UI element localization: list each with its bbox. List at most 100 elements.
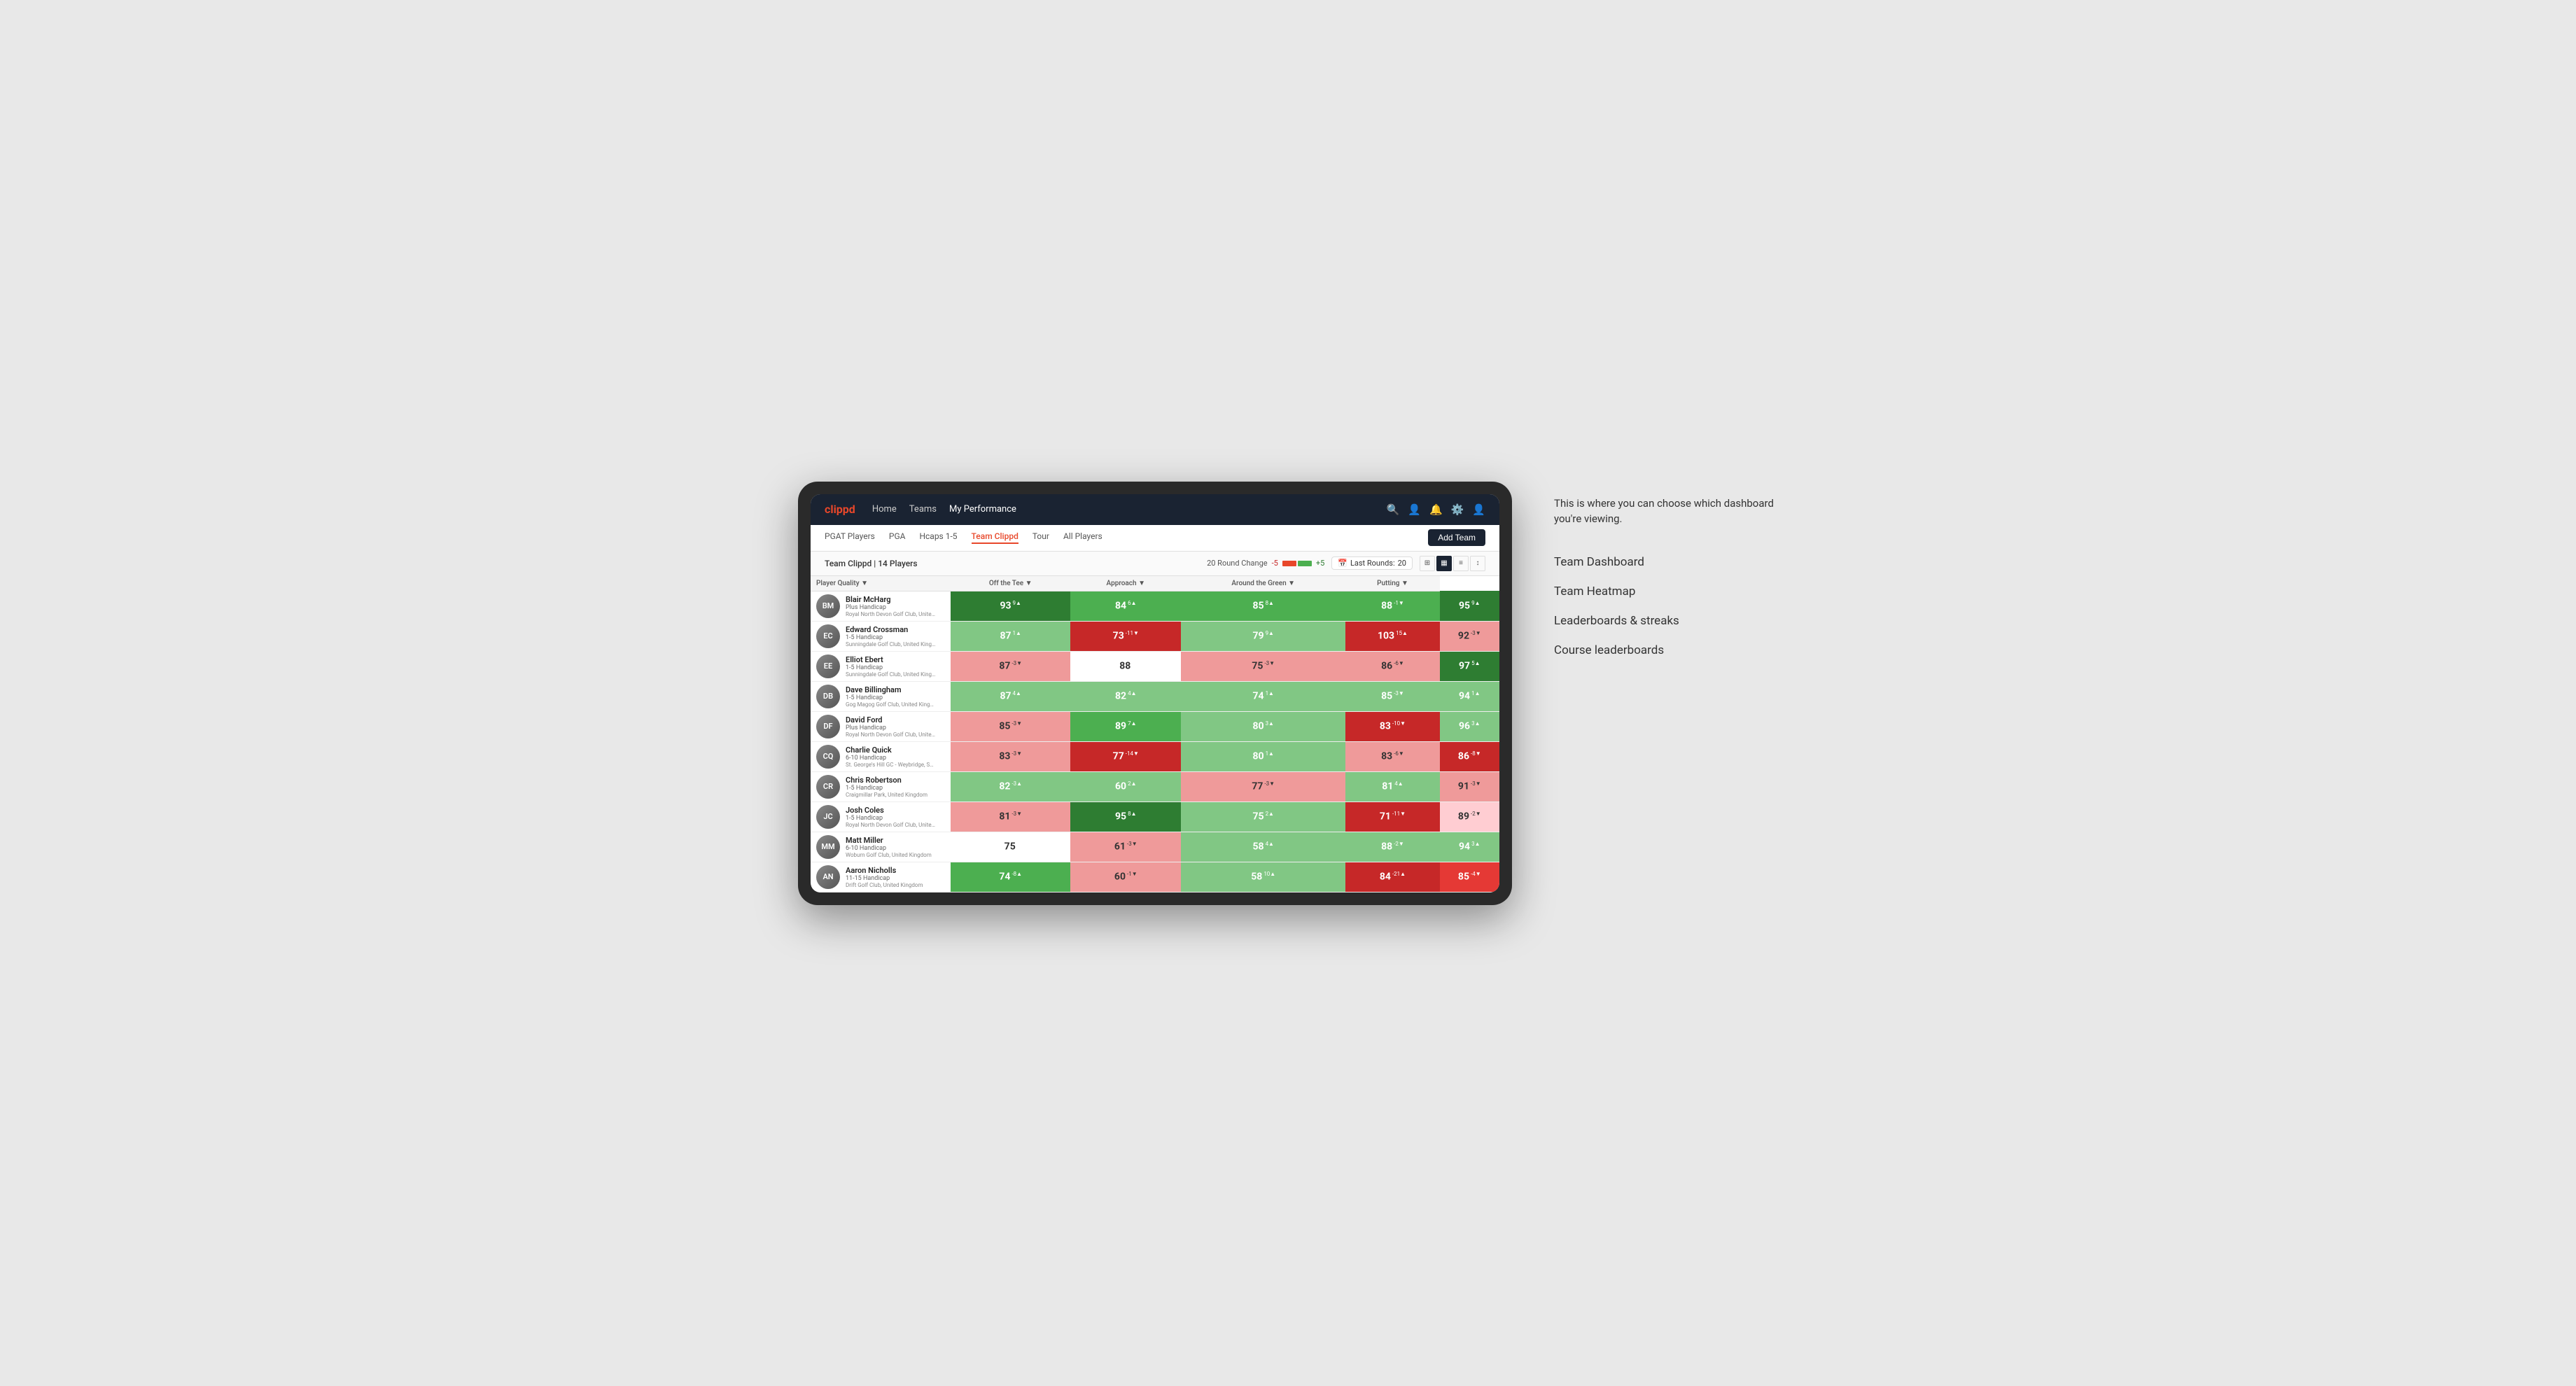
table-row[interactable]: CR Chris Robertson 1-5 Handicap Craigmil… bbox=[811, 771, 1499, 802]
player-name: David Ford bbox=[846, 715, 937, 724]
player-avatar: JC bbox=[816, 805, 840, 829]
stat-cell-4: 92-3▼ bbox=[1440, 621, 1499, 651]
settings-icon[interactable]: ⚙️ bbox=[1451, 503, 1464, 516]
avatar-initials: BM bbox=[816, 594, 840, 618]
search-icon[interactable]: 🔍 bbox=[1387, 503, 1400, 516]
grid-view-icon[interactable]: ⊞ bbox=[1420, 556, 1435, 571]
player-club: Royal North Devon Golf Club, United King… bbox=[846, 822, 937, 828]
change-indicator: -3▼ bbox=[1011, 811, 1022, 817]
change-indicator: -2▼ bbox=[1394, 841, 1404, 847]
list-view-icon[interactable]: ≡ bbox=[1453, 556, 1469, 571]
change-indicator: -1▼ bbox=[1394, 600, 1404, 606]
player-club: Woburn Golf Club, United Kingdom bbox=[846, 852, 932, 858]
last-rounds-control[interactable]: 📅 Last Rounds: 20 bbox=[1331, 556, 1413, 570]
calendar-icon: 📅 bbox=[1338, 559, 1348, 568]
change-indicator: 4▲ bbox=[1128, 690, 1136, 696]
annotation-callout: This is where you can choose which dashb… bbox=[1554, 496, 1778, 527]
change-indicator: -8▼ bbox=[1471, 750, 1481, 757]
stat-cell-2: 803▲ bbox=[1181, 711, 1345, 741]
stat-cell-0: 82-3▲ bbox=[951, 771, 1070, 802]
stat-cell-2: 801▲ bbox=[1181, 741, 1345, 771]
team-name-label: Team Clippd | 14 Players bbox=[825, 559, 1207, 568]
table-row[interactable]: DF David Ford Plus Handicap Royal North … bbox=[811, 711, 1499, 741]
avatar-initials: CQ bbox=[816, 745, 840, 769]
change-indicator: 3▲ bbox=[1266, 720, 1274, 727]
player-name: Josh Coles bbox=[846, 806, 937, 815]
change-indicator: -3▼ bbox=[1127, 841, 1138, 847]
page-wrapper: clippd Home Teams My Performance 🔍 👤 🔔 ⚙… bbox=[798, 482, 1778, 905]
change-indicator: -3▼ bbox=[1471, 780, 1481, 787]
player-cell: EE Elliot Ebert 1-5 Handicap Sunningdale… bbox=[811, 651, 951, 681]
stat-cell-1: 958▲ bbox=[1070, 802, 1181, 832]
change-indicator: 1▲ bbox=[1471, 690, 1480, 696]
change-indicator: 9▲ bbox=[1266, 630, 1274, 636]
change-indicator: -2▼ bbox=[1471, 811, 1481, 817]
player-name: Chris Robertson bbox=[846, 776, 927, 785]
avatar-initials: MM bbox=[816, 835, 840, 859]
stat-cell-1: 60-1▼ bbox=[1070, 862, 1181, 892]
sub-nav-teamclippd[interactable]: Team Clippd bbox=[972, 531, 1018, 544]
change-indicator: 4▲ bbox=[1013, 690, 1021, 696]
table-row[interactable]: EE Elliot Ebert 1-5 Handicap Sunningdale… bbox=[811, 651, 1499, 681]
sub-nav-tour[interactable]: Tour bbox=[1032, 531, 1049, 544]
change-indicator: 9▲ bbox=[1013, 600, 1021, 606]
col-offtee[interactable]: Off the Tee ▼ bbox=[951, 576, 1070, 592]
sort-icon[interactable]: ↕ bbox=[1470, 556, 1485, 571]
table-row[interactable]: DB Dave Billingham 1-5 Handicap Gog Mago… bbox=[811, 681, 1499, 711]
user-icon[interactable]: 👤 bbox=[1408, 503, 1421, 516]
player-handicap: 1-5 Handicap bbox=[846, 634, 937, 641]
change-indicator: -21▲ bbox=[1392, 871, 1406, 877]
change-indicator: -3▼ bbox=[1011, 720, 1022, 727]
player-avatar: AN bbox=[816, 865, 840, 889]
sub-nav-pga[interactable]: PGA bbox=[889, 531, 906, 544]
player-name: Edward Crossman bbox=[846, 625, 937, 634]
stat-cell-4: 959▲ bbox=[1440, 591, 1499, 621]
change-indicator: 2▲ bbox=[1128, 780, 1136, 787]
table-view-icon[interactable]: ▦ bbox=[1436, 556, 1452, 571]
col-putting[interactable]: Putting ▼ bbox=[1345, 576, 1439, 592]
player-avatar: CQ bbox=[816, 745, 840, 769]
player-name: Elliot Ebert bbox=[846, 655, 937, 664]
sub-nav-allplayers[interactable]: All Players bbox=[1063, 531, 1102, 544]
table-row[interactable]: BM Blair McHarg Plus Handicap Royal Nort… bbox=[811, 591, 1499, 621]
player-info: Blair McHarg Plus Handicap Royal North D… bbox=[846, 595, 937, 617]
col-player: Player Quality ▼ bbox=[811, 576, 951, 592]
table-row[interactable]: MM Matt Miller 6-10 Handicap Woburn Golf… bbox=[811, 832, 1499, 862]
player-avatar: EE bbox=[816, 654, 840, 678]
player-name: Blair McHarg bbox=[846, 595, 937, 604]
bar-red bbox=[1282, 561, 1296, 566]
player-cell: BM Blair McHarg Plus Handicap Royal Nort… bbox=[811, 591, 951, 621]
bell-icon[interactable]: 🔔 bbox=[1429, 503, 1443, 516]
table-row[interactable]: JC Josh Coles 1-5 Handicap Royal North D… bbox=[811, 802, 1499, 832]
change-indicator: 7▲ bbox=[1128, 720, 1136, 727]
stat-cell-1: 602▲ bbox=[1070, 771, 1181, 802]
change-indicator: -11▼ bbox=[1392, 811, 1406, 817]
col-approach[interactable]: Approach ▼ bbox=[1070, 576, 1181, 592]
add-team-button[interactable]: Add Team bbox=[1428, 529, 1485, 546]
table-row[interactable]: EC Edward Crossman 1-5 Handicap Sunningd… bbox=[811, 621, 1499, 651]
stat-cell-4: 941▲ bbox=[1440, 681, 1499, 711]
stat-cell-4: 963▲ bbox=[1440, 711, 1499, 741]
table-row[interactable]: CQ Charlie Quick 6-10 Handicap St. Georg… bbox=[811, 741, 1499, 771]
player-handicap: 1-5 Handicap bbox=[846, 664, 937, 671]
col-aroundgreen[interactable]: Around the Green ▼ bbox=[1181, 576, 1345, 592]
player-info: Charlie Quick 6-10 Handicap St. George's… bbox=[846, 746, 937, 768]
stat-cell-2: 75-3▼ bbox=[1181, 651, 1345, 681]
sub-nav-hcaps[interactable]: Hcaps 1-5 bbox=[919, 531, 957, 544]
nav-link-myperformance[interactable]: My Performance bbox=[949, 504, 1016, 514]
avatar-initials: DF bbox=[816, 715, 840, 738]
nav-link-home[interactable]: Home bbox=[872, 504, 897, 514]
sub-nav: PGAT Players PGA Hcaps 1-5 Team Clippd T… bbox=[811, 525, 1499, 552]
player-cell: AN Aaron Nicholls 11-15 Handicap Drift G… bbox=[811, 862, 951, 892]
avatar-icon[interactable]: 👤 bbox=[1472, 503, 1485, 516]
stat-cell-2: 5810▲ bbox=[1181, 862, 1345, 892]
change-indicator: -4▼ bbox=[1471, 871, 1481, 877]
player-info: Elliot Ebert 1-5 Handicap Sunningdale Go… bbox=[846, 655, 937, 678]
sub-nav-pgat[interactable]: PGAT Players bbox=[825, 531, 875, 544]
nav-links: Home Teams My Performance bbox=[872, 504, 1387, 514]
change-indicator: 9▲ bbox=[1471, 600, 1480, 606]
change-indicator: -3▼ bbox=[1264, 660, 1275, 666]
player-club: Sunningdale Golf Club, United Kingdom bbox=[846, 671, 937, 678]
nav-link-teams[interactable]: Teams bbox=[909, 504, 937, 514]
table-row[interactable]: AN Aaron Nicholls 11-15 Handicap Drift G… bbox=[811, 862, 1499, 892]
